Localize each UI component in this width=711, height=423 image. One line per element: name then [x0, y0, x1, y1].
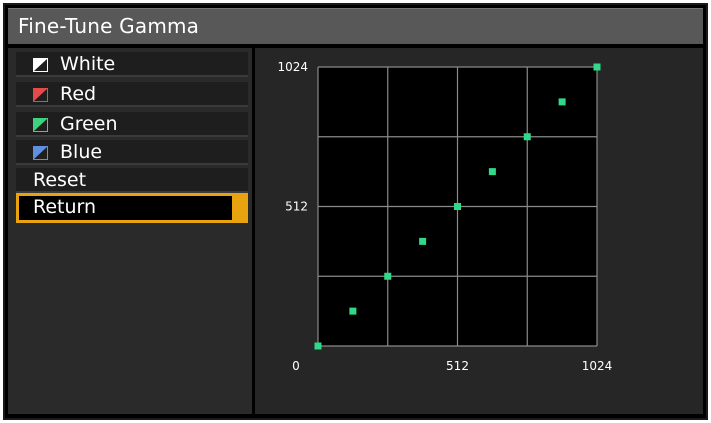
y-tick-label: 1024 — [277, 60, 308, 74]
gamma-curve-icon — [33, 146, 48, 160]
menu-item-label: Reset — [33, 169, 87, 191]
gamma-curve-icon — [33, 118, 48, 132]
gamma-point[interactable] — [558, 98, 566, 106]
menu-item-blue[interactable]: Blue — [16, 140, 248, 165]
gamma-curve-icon — [33, 88, 48, 102]
gamma-point[interactable] — [384, 272, 392, 280]
menu-item-label: Return — [33, 196, 97, 218]
gamma-chart[interactable]: 0 512 1024 512 1024 — [255, 48, 703, 414]
menu-item-label: Red — [60, 83, 97, 105]
gamma-point[interactable] — [488, 168, 496, 176]
menu-item-green[interactable]: Green — [16, 112, 248, 137]
menu-item-return[interactable]: Return — [16, 193, 248, 223]
gamma-point[interactable] — [349, 307, 357, 315]
menu-panel: White Red Green Blue Reset Return — [8, 48, 252, 414]
menu-item-reset[interactable]: Reset — [16, 168, 248, 193]
gamma-point[interactable] — [454, 203, 461, 210]
menu-item-label: White — [60, 53, 116, 75]
x-tick-label: 1024 — [582, 359, 613, 373]
title-bar: Fine-Tune Gamma — [8, 8, 703, 44]
gamma-point[interactable] — [593, 63, 601, 71]
gamma-point[interactable] — [314, 342, 322, 350]
y-tick-label: 512 — [285, 200, 308, 214]
menu-item-label: Blue — [60, 141, 103, 163]
gamma-curve-icon — [33, 58, 48, 72]
menu-item-white[interactable]: White — [16, 52, 248, 77]
page-title: Fine-Tune Gamma — [18, 14, 200, 38]
menu-item-label: Green — [60, 113, 118, 135]
menu-item-red[interactable]: Red — [16, 82, 248, 107]
x-tick-label: 512 — [446, 359, 469, 373]
gamma-point[interactable] — [419, 237, 427, 245]
gamma-point[interactable] — [523, 133, 531, 141]
gamma-chart-panel: 0 512 1024 512 1024 — [255, 48, 703, 414]
x-tick-label: 0 — [292, 359, 300, 373]
